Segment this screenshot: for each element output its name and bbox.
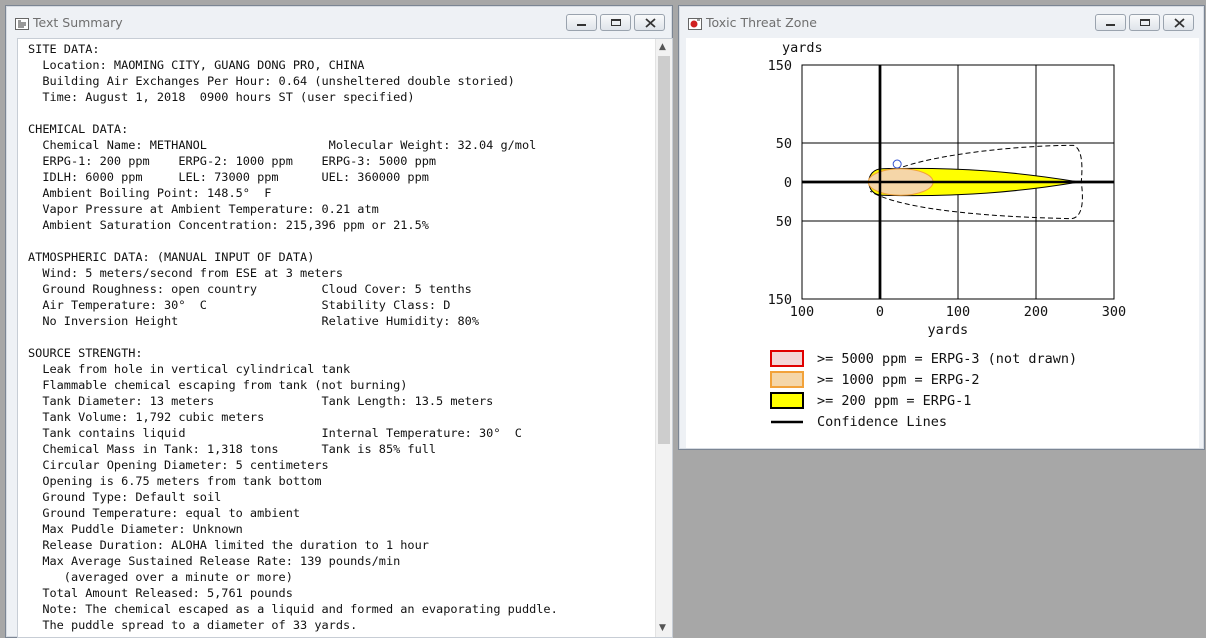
maximize-icon <box>611 19 621 26</box>
summary-line: No Inversion Height Relative Humidity: 8… <box>28 314 480 328</box>
x-tick-label: 0 <box>876 304 884 320</box>
summary-line: IDLH: 6000 ppm LEL: 73000 ppm UEL: 36000… <box>28 170 429 184</box>
summary-line <box>28 233 558 249</box>
summary-text-area[interactable]: SITE DATA: Location: MAOMING CITY, GUANG… <box>17 38 673 638</box>
scroll-down-icon[interactable]: ▼ <box>659 623 666 633</box>
summary-line: Vapor Pressure at Ambient Temperature: 0… <box>28 202 379 216</box>
summary-line: Max Average Sustained Release Rate: 139 … <box>28 554 401 568</box>
legend-swatch <box>770 350 804 367</box>
close-button[interactable] <box>634 14 665 31</box>
summary-line: SITE DATA: <box>28 42 100 56</box>
maximize-icon <box>1140 19 1150 26</box>
window-title: Text Summary <box>33 15 123 30</box>
y-tick-label: 150 <box>768 58 792 74</box>
minimize-button[interactable] <box>566 14 597 31</box>
close-icon <box>1174 18 1185 28</box>
x-tick-label: 100 <box>946 304 970 320</box>
document-icon <box>15 15 29 30</box>
threat-zone-chart: yards15050050150100 0 100 200 300yards>= 500… <box>768 40 1127 430</box>
legend-label: >= 1000 ppm = ERPG-2 <box>817 372 980 388</box>
summary-line: CHEMICAL DATA: <box>28 122 129 136</box>
summary-line: The puddle spread to a diameter of 33 ya… <box>28 618 358 632</box>
summary-text: SITE DATA: Location: MAOMING CITY, GUANG… <box>28 41 558 633</box>
summary-line: ERPG-1: 200 ppm ERPG-2: 1000 ppm ERPG-3:… <box>28 154 437 168</box>
summary-line: Max Puddle Diameter: Unknown <box>28 522 243 536</box>
close-icon <box>645 18 656 28</box>
summary-line: (averaged over a minute or more) <box>28 570 293 584</box>
x-axis-label: yards <box>927 322 968 338</box>
legend-label: >= 200 ppm = ERPG-1 <box>817 393 971 409</box>
minimize-icon <box>577 24 586 26</box>
y-tick-label: 50 <box>776 214 792 230</box>
y-tick-label: 0 <box>784 175 792 191</box>
summary-line: Chemical Name: METHANOL Molecular Weight… <box>28 138 537 152</box>
threat-zone-plot-area: yards 150 50 0 50 150 100 0 100 200 300 yards >= 500… <box>686 38 1199 448</box>
y-tick-label: 150 <box>768 292 792 308</box>
text-summary-window: Text Summary SITE DATA: Location: MAOMIN… <box>5 5 673 638</box>
summary-line: Total Amount Released: 5,761 pounds <box>28 586 293 600</box>
threat-zone-icon <box>688 15 702 30</box>
x-tick-label: 300 <box>1102 304 1126 320</box>
window-title: Toxic Threat Zone <box>706 15 817 30</box>
summary-line <box>28 105 558 121</box>
maximize-button[interactable] <box>1129 14 1160 31</box>
vertical-scrollbar[interactable]: ▲ ▼ <box>655 39 672 637</box>
summary-line: Building Air Exchanges Per Hour: 0.64 (u… <box>28 74 515 88</box>
y-axis-label: yards <box>782 40 823 56</box>
title-bar[interactable]: Toxic Threat Zone <box>679 6 1204 36</box>
minimize-button[interactable] <box>1095 14 1126 31</box>
toxic-threat-zone-window: Toxic Threat Zone yards 150 50 0 50 150 100 0 10… <box>678 5 1205 450</box>
scrollbar-thumb[interactable] <box>658 56 670 444</box>
legend-swatch <box>770 371 804 388</box>
summary-line: Ambient Boiling Point: 148.5° F <box>28 186 272 200</box>
x-tick-label: 200 <box>1024 304 1048 320</box>
summary-line: Opening is 6.75 meters from tank bottom <box>28 474 322 488</box>
summary-line: Wind: 5 meters/second from ESE at 3 mete… <box>28 266 343 280</box>
summary-line: Circular Opening Diameter: 5 centimeters <box>28 458 329 472</box>
summary-line: Leak from hole in vertical cylindrical t… <box>28 362 351 376</box>
summary-line: ATMOSPHERIC DATA: (MANUAL INPUT OF DATA) <box>28 250 315 264</box>
summary-line: Release Duration: ALOHA limited the dura… <box>28 538 429 552</box>
summary-line: Note: The chemical escaped as a liquid a… <box>28 602 558 616</box>
maximize-button[interactable] <box>600 14 631 31</box>
source-marker <box>892 159 902 169</box>
summary-line: Flammable chemical escaping from tank (n… <box>28 378 408 392</box>
summary-line: Air Temperature: 30° C Stability Class: … <box>28 298 451 312</box>
summary-line: Ambient Saturation Concentration: 215,39… <box>28 218 429 232</box>
summary-line: Ground Roughness: open country Cloud Cov… <box>28 282 472 296</box>
title-bar[interactable]: Text Summary <box>6 6 672 36</box>
summary-line: Ground Temperature: equal to ambient <box>28 506 301 520</box>
y-tick-label: 50 <box>776 136 792 152</box>
legend-label: >= 5000 ppm = ERPG-3 (not drawn) <box>817 351 1077 367</box>
summary-line: SOURCE STRENGTH: <box>28 346 143 360</box>
legend-swatch <box>770 392 804 409</box>
close-button[interactable] <box>1163 14 1194 31</box>
summary-line <box>28 329 558 345</box>
scroll-up-icon[interactable]: ▲ <box>659 42 666 52</box>
summary-line: Time: August 1, 2018 0900 hours ST (user… <box>28 90 415 104</box>
summary-line: Location: MAOMING CITY, GUANG DONG PRO, … <box>28 58 365 72</box>
summary-line: Tank Volume: 1,792 cubic meters <box>28 410 265 424</box>
summary-line: Tank Diameter: 13 meters Tank Length: 13… <box>28 394 494 408</box>
summary-line: Tank contains liquid Internal Temperatur… <box>28 426 522 440</box>
legend-label: Confidence Lines <box>817 414 947 430</box>
x-tick-label: 100 <box>790 304 814 320</box>
minimize-icon <box>1106 24 1115 26</box>
summary-line: Ground Type: Default soil <box>28 490 222 504</box>
summary-line: Chemical Mass in Tank: 1,318 tons Tank i… <box>28 442 437 456</box>
